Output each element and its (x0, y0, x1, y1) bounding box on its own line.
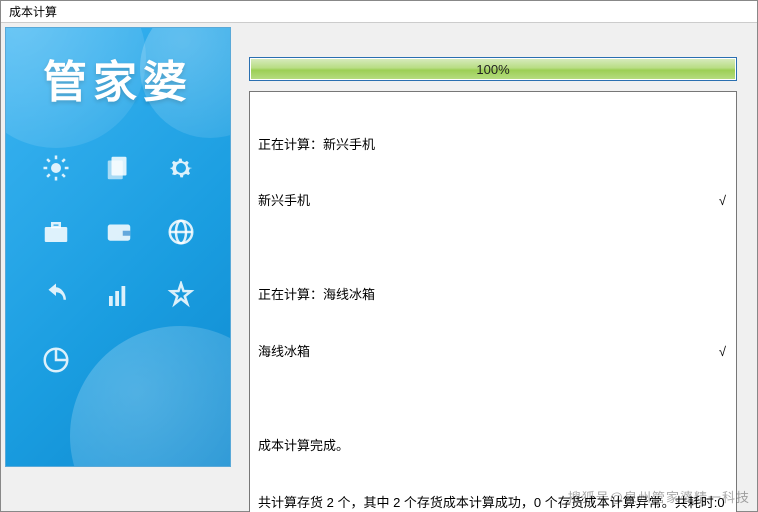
undo-icon (36, 276, 76, 316)
content-area: 管家婆 100% 正在计算：新兴手机 新兴手机 √ (1, 23, 757, 512)
window-title: 成本计算 (1, 1, 757, 23)
log-line: 正在计算：海线冰箱 (258, 286, 726, 305)
log-line: 成本计算完成。 (258, 437, 726, 456)
progress-bar: 100% (249, 57, 737, 81)
star-icon (161, 276, 201, 316)
log-line: 正在计算：新兴手机 (258, 136, 726, 155)
sidebar-icons (36, 148, 210, 380)
documents-icon (99, 148, 139, 188)
pie-icon (36, 340, 76, 380)
window: 成本计算 管家婆 100% (0, 0, 758, 512)
log-output: 正在计算：新兴手机 新兴手机√ 正在计算：海线冰箱 海线冰箱√ 成本计算完成。 … (249, 91, 737, 512)
log-line: 新兴手机 (258, 192, 310, 211)
check-icon: √ (719, 343, 726, 362)
wallet-icon (99, 212, 139, 252)
main-panel: 100% 正在计算：新兴手机 新兴手机 √ 正在计算：海线冰箱 海线冰箱 √ 成本计… (239, 27, 753, 512)
chart-icon (99, 276, 139, 316)
sidebar: 管家婆 (5, 27, 231, 467)
briefcase-icon (36, 212, 76, 252)
gear-icon (161, 148, 201, 188)
log-summary: 共计算存货 2 个，其中 2 个存货成本计算成功，0 个存货成本计算异常。共耗时… (258, 494, 726, 512)
globe-icon (161, 212, 201, 252)
check-icon: √ (719, 192, 726, 211)
sun-icon (36, 148, 76, 188)
progress-text: 100% (476, 62, 509, 77)
log-line: 海线冰箱 (258, 343, 310, 362)
